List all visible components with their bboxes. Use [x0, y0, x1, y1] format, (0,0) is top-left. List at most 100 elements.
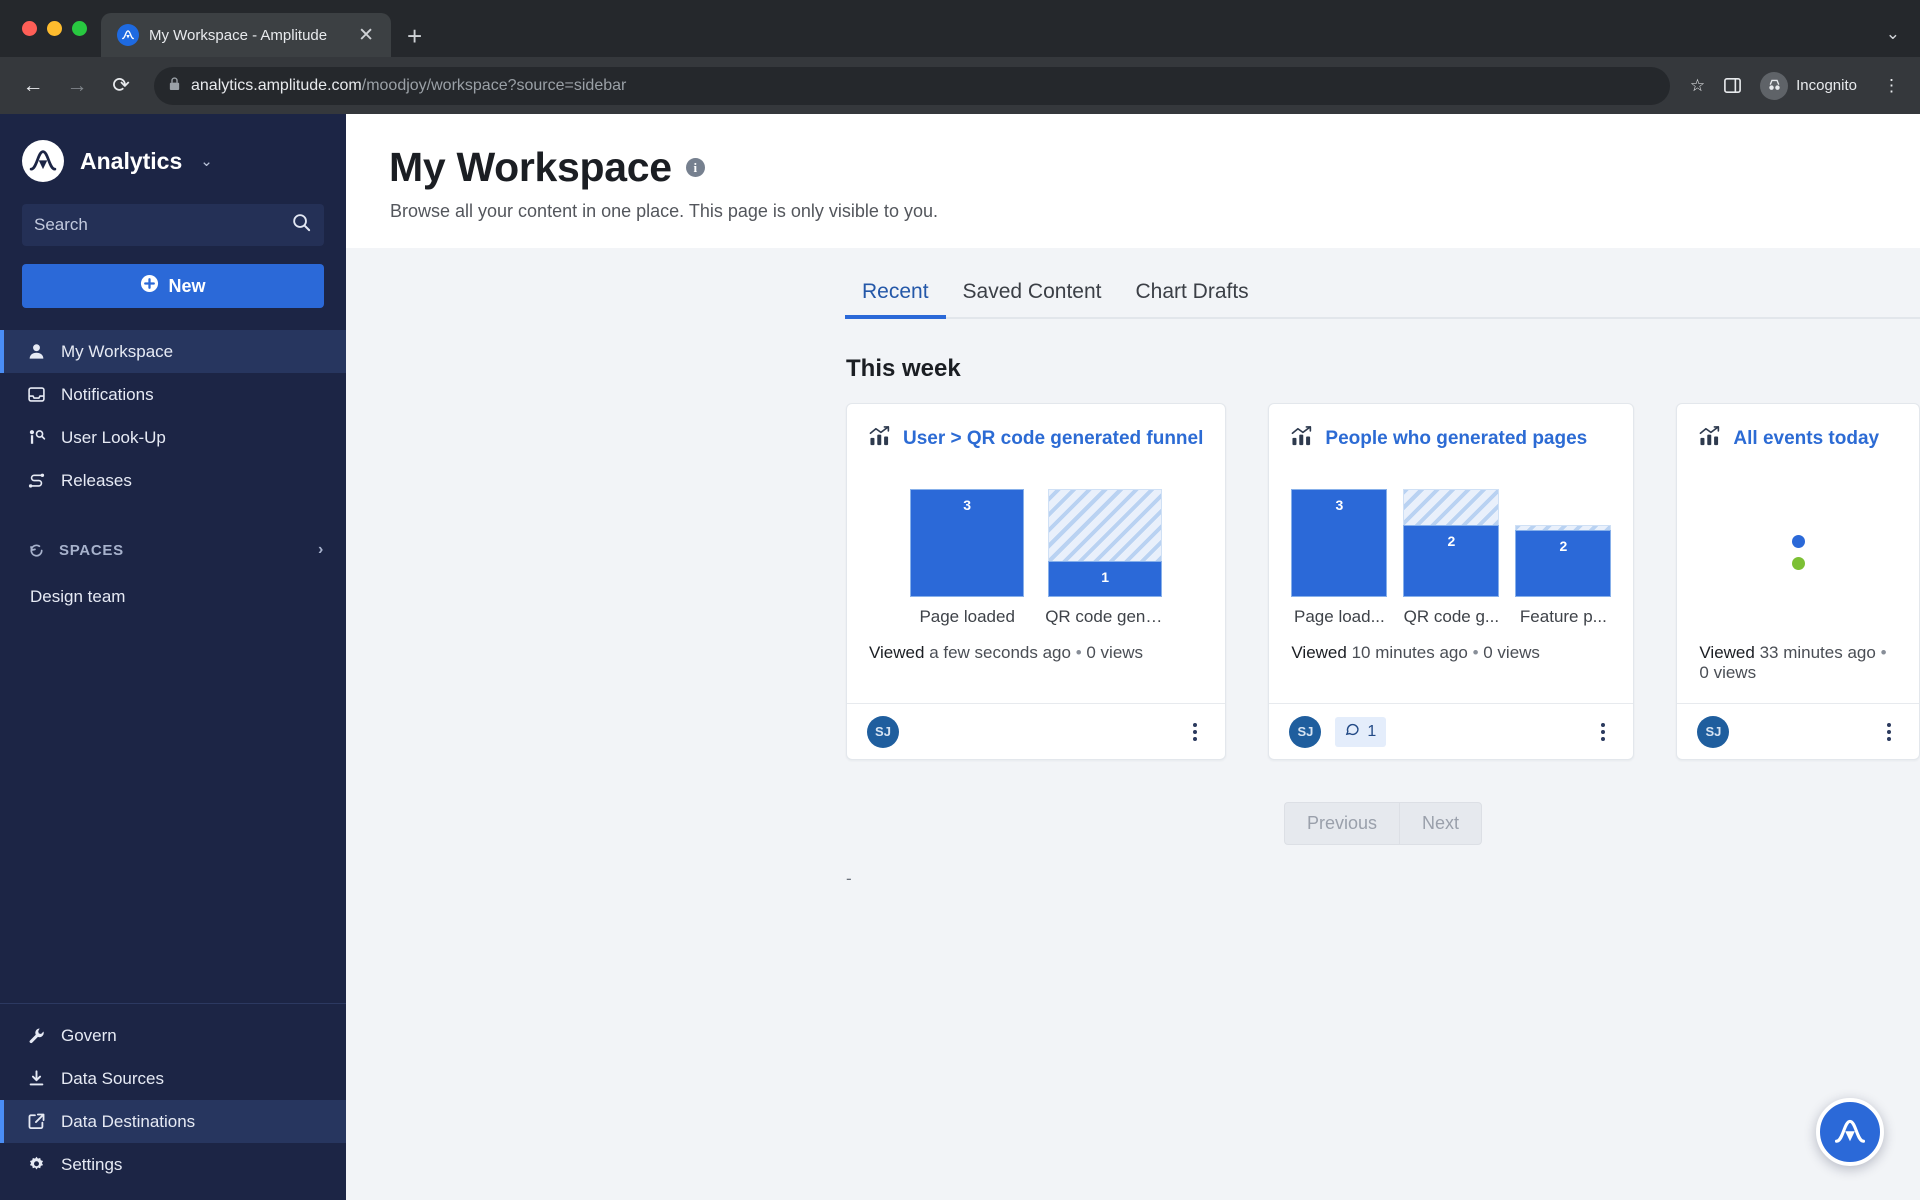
- chart-bar-trend-icon: [1291, 426, 1313, 451]
- sidebar-spaces-header[interactable]: SPACES ›: [0, 524, 346, 576]
- search-icon: [291, 212, 312, 238]
- brand-selector[interactable]: Analytics ⌄: [0, 114, 346, 200]
- bar-ghost: [1403, 489, 1500, 525]
- kebab-menu-icon[interactable]: [1185, 719, 1205, 745]
- comment-icon: [1345, 722, 1360, 742]
- bar-value: 1: [1101, 569, 1110, 586]
- card-chart: 3 Page load... 2 QR code g... 2 Feature …: [1291, 477, 1612, 627]
- page-body: Analytics ⌄ Search New My Workspace Noti…: [0, 114, 1920, 1200]
- new-tab-button[interactable]: +: [407, 23, 422, 49]
- close-icon[interactable]: ✕: [353, 23, 379, 48]
- card-body: People who generated pages 3 Page load..…: [1269, 404, 1633, 703]
- sidebar-item-my-workspace[interactable]: My Workspace: [0, 330, 346, 373]
- card-footer-left: SJ 1: [1289, 715, 1387, 748]
- bar-label: QR code g...: [1403, 607, 1500, 626]
- sidebar-item-govern[interactable]: Govern: [0, 1014, 346, 1057]
- info-icon[interactable]: i: [685, 158, 705, 177]
- address-bar[interactable]: analytics.amplitude.com/moodjoy/workspac…: [154, 66, 1670, 105]
- content-card[interactable]: People who generated pages 3 Page load..…: [1268, 403, 1635, 760]
- tab-label: Saved Content: [962, 280, 1102, 303]
- card-meta-views: 0 views: [1483, 643, 1540, 662]
- kebab-menu-icon[interactable]: [1879, 719, 1899, 745]
- bar-value: 3: [963, 497, 972, 513]
- sidebar-item-label: Releases: [61, 470, 132, 490]
- comment-count-chip[interactable]: 1: [1335, 716, 1387, 747]
- kebab-menu-icon[interactable]: [1593, 719, 1613, 745]
- new-button[interactable]: New: [22, 264, 324, 308]
- sidebar-item-settings[interactable]: Settings: [0, 1143, 346, 1186]
- side-panel-icon[interactable]: [1717, 76, 1748, 95]
- reload-icon[interactable]: ⟳: [102, 67, 140, 105]
- sidebar-item-data-destinations[interactable]: Data Destinations: [0, 1100, 346, 1143]
- card-meta: Viewed a few seconds ago • 0 views: [869, 627, 1203, 683]
- plus-circle-icon: [140, 274, 159, 298]
- tabs-wrapper: Recent Saved Content Chart Drafts: [346, 270, 1920, 319]
- help-fab-button[interactable]: [1816, 1098, 1884, 1166]
- sidebar-item-label: Settings: [61, 1154, 123, 1174]
- chevron-right-icon[interactable]: ›: [318, 541, 324, 559]
- kebab-menu-icon[interactable]: ⋮: [1877, 76, 1906, 96]
- url-domain: analytics.amplitude.com: [191, 76, 362, 94]
- card-meta-time: a few seconds ago: [929, 643, 1071, 662]
- star-icon[interactable]: ☆: [1684, 76, 1711, 96]
- card-title-row: People who generated pages: [1291, 426, 1611, 451]
- card-body: All events today Viewed 33 minutes ago •…: [1677, 404, 1919, 703]
- browser-tabstrip: My Workspace - Amplitude ✕ + ⌄: [0, 0, 1920, 57]
- amplitude-logo-icon: [22, 140, 64, 182]
- card-grid: User > QR code generated funnel 3 Page l…: [346, 403, 1920, 760]
- browser-chrome: My Workspace - Amplitude ✕ + ⌄ ← → ⟳ ana…: [0, 0, 1920, 114]
- close-window-button[interactable]: [22, 21, 37, 36]
- back-arrow-icon[interactable]: ←: [14, 67, 52, 105]
- sidebar-item-label: Govern: [61, 1025, 117, 1045]
- forward-arrow-icon[interactable]: →: [58, 67, 96, 105]
- bar-column: 2 Feature p...: [1515, 489, 1612, 627]
- sidebar-space-label: Design team: [30, 587, 126, 606]
- next-page-button[interactable]: Next: [1399, 802, 1483, 845]
- tab-chart-drafts[interactable]: Chart Drafts: [1118, 270, 1265, 317]
- bar-value: 2: [1559, 538, 1568, 555]
- card-body: User > QR code generated funnel 3 Page l…: [847, 404, 1225, 703]
- card-title[interactable]: User > QR code generated funnel: [903, 428, 1203, 450]
- inbox-icon: [26, 385, 47, 404]
- sidebar-item-data-sources[interactable]: Data Sources: [0, 1057, 346, 1100]
- chart-bar-trend-icon: [1699, 426, 1721, 451]
- card-footer: SJ: [847, 703, 1226, 759]
- bar-fill: 3: [910, 489, 1025, 597]
- spaces-icon: [26, 542, 47, 559]
- pagination-group: Previous Next: [1283, 802, 1483, 845]
- person-search-icon: [26, 428, 47, 447]
- window-traffic-lights: [14, 0, 101, 57]
- tab-recent[interactable]: Recent: [845, 270, 946, 319]
- card-title[interactable]: People who generated pages: [1325, 428, 1587, 450]
- minimize-window-button[interactable]: [47, 21, 62, 36]
- sidebar-item-notifications[interactable]: Notifications: [0, 373, 346, 416]
- chevron-down-icon[interactable]: ⌄: [1886, 24, 1900, 44]
- tab-label: Recent: [862, 280, 929, 303]
- sidebar-item-releases[interactable]: Releases: [0, 459, 346, 502]
- content-area: Recent Saved Content Chart Drafts This w…: [346, 248, 1920, 1200]
- profile-button[interactable]: Incognito: [1754, 68, 1871, 104]
- card-meta: Viewed 33 minutes ago • 0 views: [1699, 627, 1897, 703]
- sidebar-item-user-look-up[interactable]: User Look-Up: [0, 416, 346, 459]
- search-input[interactable]: Search: [22, 204, 324, 246]
- sidebar-item-label: My Workspace: [61, 341, 174, 361]
- download-icon: [26, 1069, 47, 1088]
- avatar[interactable]: SJ: [1289, 715, 1322, 748]
- content-card[interactable]: User > QR code generated funnel 3 Page l…: [846, 403, 1227, 760]
- sidebar-space-design-team[interactable]: Design team: [0, 576, 346, 618]
- content-card[interactable]: All events today Viewed 33 minutes ago •…: [1676, 403, 1920, 760]
- card-title-row: All events today: [1699, 426, 1897, 451]
- search-placeholder: Search: [34, 215, 88, 234]
- maximize-window-button[interactable]: [72, 21, 87, 36]
- card-title[interactable]: All events today: [1733, 428, 1879, 450]
- previous-page-button[interactable]: Previous: [1283, 802, 1399, 845]
- tab-saved-content[interactable]: Saved Content: [946, 270, 1119, 317]
- bar-stack: 3: [910, 489, 1025, 597]
- avatar[interactable]: SJ: [867, 715, 899, 748]
- sidebar-spaces-label: SPACES: [59, 541, 124, 559]
- browser-tab[interactable]: My Workspace - Amplitude ✕: [101, 13, 391, 57]
- avatar[interactable]: SJ: [1697, 715, 1730, 748]
- chevron-down-icon[interactable]: ⌄: [200, 152, 213, 170]
- sidebar-divider: [0, 1003, 346, 1004]
